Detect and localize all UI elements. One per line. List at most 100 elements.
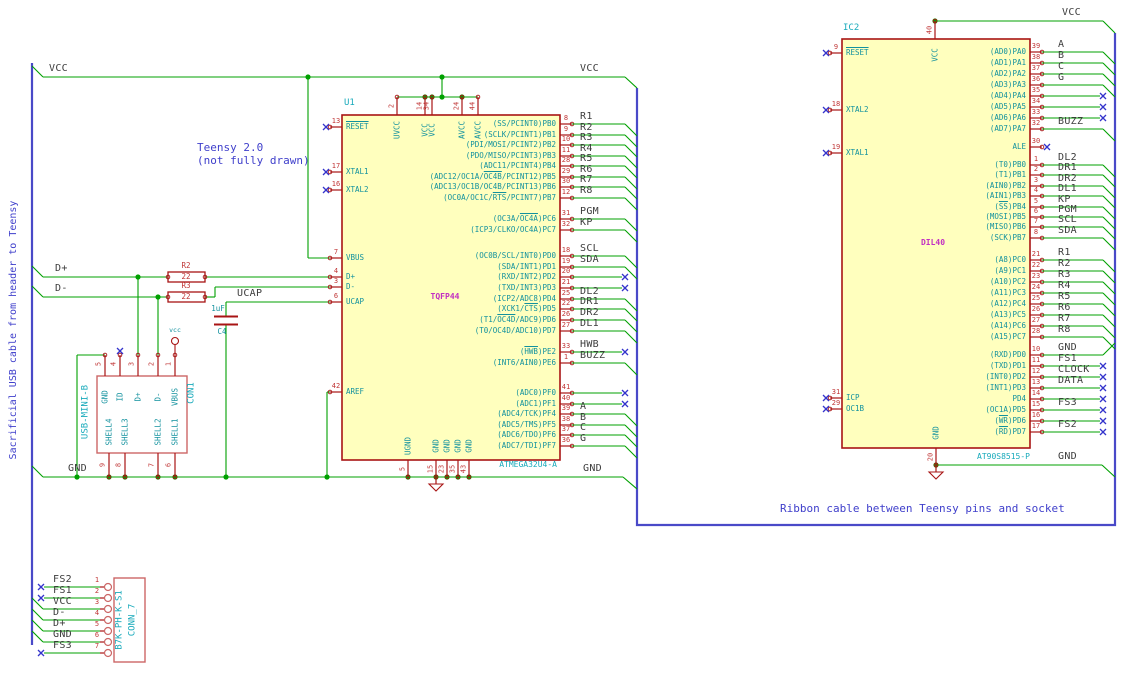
note-teensy-line2: (not fully drawn) [197,154,310,167]
pin-number: 39 [561,404,571,412]
pin-number: 22 [561,299,571,307]
junction-dot [155,294,161,300]
pin-number: 10 [1031,345,1041,353]
wire [1102,226,1116,240]
pin-name: (T0)PB0 [994,160,1026,169]
wire [1102,206,1116,220]
wire [31,619,44,632]
pin-name: (T1)PB1 [994,170,1026,179]
pin-number: 34 [1031,97,1041,105]
wire [624,197,638,211]
pin-name: (A11)PC3 [989,288,1026,297]
net-label-gnd: GND [583,463,602,474]
ic-package: TQFP44 [430,292,460,301]
pin-name: (AD3)PA3 [989,80,1026,89]
pin-number: 33 [561,342,571,350]
pin-number: 7 [1033,217,1039,225]
wire [1102,185,1116,199]
pin-name: VCC [930,48,940,62]
wire [624,229,638,243]
pin-number: 14 [1031,389,1041,397]
net-label-r1: R1 [580,111,593,122]
resistor-value: 22 [181,272,191,281]
pin-name: (MISO)PB6 [985,222,1026,231]
pin-number: 7 [333,248,339,256]
wire [31,285,44,298]
net-label-fs2: FS2 [1058,419,1077,430]
ic-part-name: AT90S8515-P [977,452,1030,461]
net-label-gnd: GND [53,629,72,640]
pin-name: (MOSI)PB5 [985,212,1026,221]
wire [624,218,638,232]
pin-number: 32 [1031,119,1041,127]
pin-number: 32 [561,220,571,228]
net-label-vcc: VCC [53,596,72,607]
wire [1102,259,1116,273]
wire [31,265,44,278]
pin-number: 25 [1031,294,1041,302]
connector-value: USB-MINI-B [80,384,91,440]
pin-number: 12 [1031,367,1041,375]
wire [624,424,638,438]
pin-number: 27 [1031,316,1041,324]
pin-name: (WR)PD6 [994,416,1026,425]
pin-number: 7 [147,462,156,468]
connector-pin-circle [103,637,113,647]
vcc-power-symbol [170,336,180,346]
pin-name: GND [431,439,441,453]
net-label-r2: R2 [1058,258,1071,269]
pin-number: 41 [561,383,571,391]
wire [624,255,638,269]
pin-name: (INT1)PD3 [985,383,1026,392]
pin-number: 10 [561,135,571,143]
pin-name: (TXD/INT3)PD3 [497,283,556,292]
pin-name: (T0/OC4D/ADC10)PD7 [474,326,556,335]
pin-name: (SCLK/PCINT1)PB1 [483,130,556,139]
pin-name: (A15)PC7 [989,332,1026,341]
net-label-dplus: D+ [55,263,68,274]
pin-number: 9 [98,462,107,468]
pin-number: 30 [1031,137,1041,145]
pin-name: D- [346,282,356,291]
pin-name: (OC1A)PD5 [985,405,1026,414]
pin-number: 6 [94,631,100,639]
pin-number: 42 [331,382,341,390]
pin-name: (A8)PC0 [994,255,1026,264]
pin-name: (ADC7/TDI)PF7 [497,441,556,450]
net-label-c: C [580,422,587,433]
net-label-r7: R7 [1058,313,1071,324]
pin-number: 12 [561,188,571,196]
pin-number: 11 [561,146,571,154]
pin-number: 1 [94,576,100,584]
pin-name: (T1/OC4D/ADC9)PD6 [479,315,556,324]
net-label-dr1: DR1 [1058,162,1077,173]
pin-number: 38 [1031,53,1041,61]
pin-number: 6 [333,292,339,300]
net-label-r4: R4 [1058,280,1071,291]
pin-number: 28 [561,156,571,164]
pin-number: 30 [561,177,571,185]
wire [31,465,44,478]
wire [624,134,638,148]
pin-number: 40 [561,394,571,402]
pin-number: 13 [1031,378,1041,386]
net-label-r6: R6 [1058,302,1071,313]
pin-number: 4 [1033,186,1039,194]
pin-number: 1 [1033,155,1039,163]
note-teensy-line1: Teensy 2.0 [197,141,264,154]
pin-number: 6 [1033,207,1039,215]
pin-name: (RXD/INT2)PD2 [497,272,556,281]
pin-name: GND [442,439,452,453]
pin-name: (AD4)PA4 [989,91,1026,100]
wire [624,330,638,344]
pin-name: (PDO/MISO/PCINT3)PB3 [465,151,556,160]
wire [1102,62,1116,76]
pin-number: 1 [164,361,173,367]
pin-name: OC1B [846,404,865,413]
pin-number: 9 [833,43,839,51]
pin-name: (ADC11/PCINT4)PB4 [479,161,556,170]
pin-name: (OC0A/OC1C/RTS/PCINT7)PB7 [443,193,556,202]
pin-name: (OC0B/SCL/INT0)PD0 [474,251,556,260]
pin-number: 20 [561,267,571,275]
pin-number: 23 [1031,272,1041,280]
